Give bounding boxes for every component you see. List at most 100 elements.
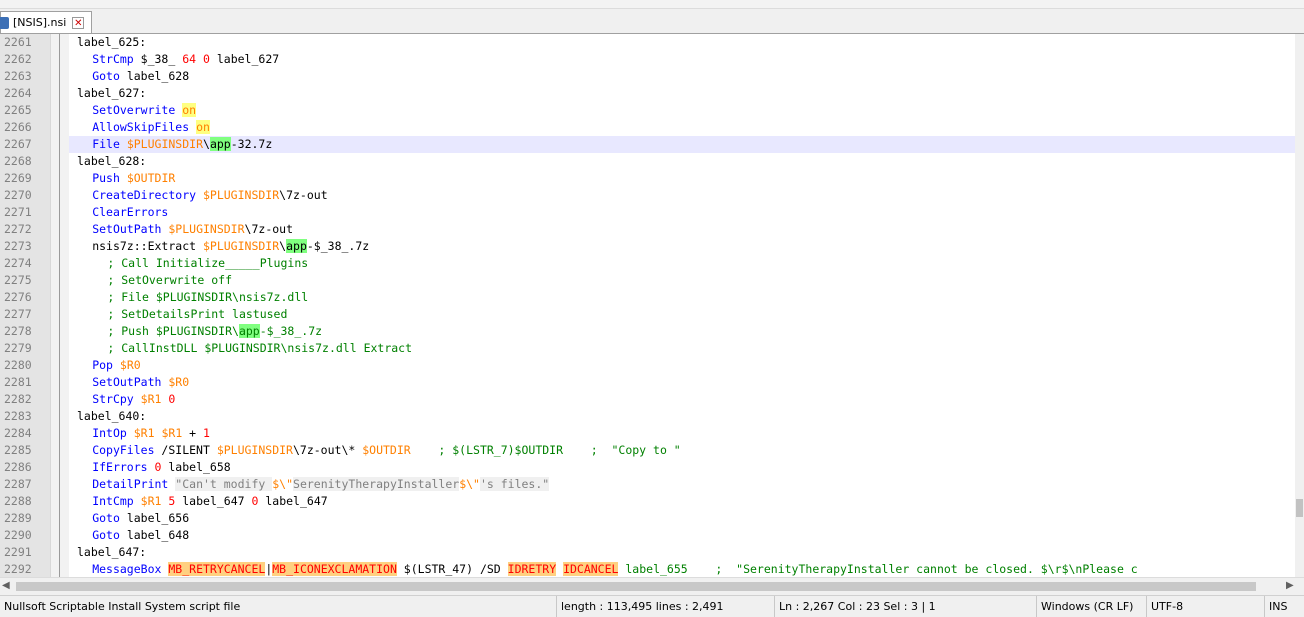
tab-nsis-file[interactable]: [NSIS].nsi ✕ — [0, 11, 92, 33]
code-token-default — [134, 494, 141, 508]
code-line[interactable]: ; SetDetailsPrint lastused — [69, 306, 1295, 323]
line-number: 2278 — [4, 324, 32, 338]
code-line[interactable]: ; File $PLUGINSDIR\nsis7z.dll — [69, 289, 1295, 306]
line-number: 2273 — [4, 239, 32, 253]
line-number: 2283 — [4, 409, 32, 423]
code-token-keyword: StrCpy — [92, 392, 134, 406]
code-line[interactable]: label_647: — [69, 544, 1295, 561]
line-number: 2282 — [4, 392, 32, 406]
code-token-default: label_656 — [119, 511, 190, 525]
code-token-comment: ; File $PLUGINSDIR\nsis7z.dll — [107, 290, 309, 304]
code-token-comment: ; Push $PLUGINSDIR\ — [107, 324, 239, 338]
code-line[interactable]: label_625: — [69, 34, 1295, 51]
code-line[interactable]: CopyFiles /SILENT $PLUGINSDIR\7z-out\* $… — [69, 442, 1295, 459]
code-token-keyword: IntCmp — [92, 494, 134, 508]
code-line[interactable]: AllowSkipFiles on — [69, 119, 1295, 136]
code-line[interactable]: File $PLUGINSDIR\app-32.7z — [69, 136, 1295, 153]
vertical-scrollbar[interactable] — [1295, 34, 1304, 577]
code-token-default: label_627 — [209, 52, 280, 66]
code-line[interactable]: CreateDirectory $PLUGINSDIR\7z-out — [69, 187, 1295, 204]
fold-margin[interactable] — [50, 34, 69, 577]
code-line[interactable]: SetOverwrite on — [69, 102, 1295, 119]
line-number: 2290 — [4, 528, 32, 542]
line-number-gutter: 2261 2262 2263 2264 2265 2266 2267 2268 2269 2270… — [0, 34, 50, 577]
code-line[interactable]: ; CallInstDLL $PLUGINSDIR\nsis7z.dll Ext… — [69, 340, 1295, 357]
line-number: 2276 — [4, 290, 32, 304]
code-line[interactable]: SetOutPath $PLUGINSDIR\7z-out — [69, 221, 1295, 238]
code-line[interactable]: Goto label_656 — [69, 510, 1295, 527]
code-token-comment: -$_38_.7z — [259, 324, 323, 338]
code-token-default — [148, 460, 155, 474]
code-line[interactable]: ; Push $PLUGINSDIR\app-$_38_.7z — [69, 323, 1295, 340]
code-area[interactable]: label_625: StrCmp $_38_ 64 0 label_627 Got… — [69, 34, 1295, 577]
code-token-keyword: AllowSkipFiles — [92, 120, 190, 134]
code-line[interactable]: ; Call Initialize_____Plugins — [69, 255, 1295, 272]
code-token-default: label_647: — [77, 545, 147, 559]
code-token-number: 0 — [168, 392, 176, 406]
code-line[interactable]: SetOutPath $R0 — [69, 374, 1295, 391]
scroll-left-icon[interactable]: ◀ — [2, 580, 10, 591]
code-token-variable: $OUTDIR — [362, 443, 411, 457]
line-number: 2262 — [4, 52, 32, 66]
code-line[interactable]: StrCmp $_38_ 64 0 label_627 — [69, 51, 1295, 68]
code-token-default: label_628: — [77, 154, 147, 168]
horizontal-scroll-thumb[interactable] — [16, 582, 1256, 591]
status-mode: INS — [1264, 596, 1304, 617]
tab-label: [NSIS].nsi — [13, 16, 67, 29]
code-editor[interactable]: 2261 2262 2263 2264 2265 2266 2267 2268 2269 2270… — [0, 34, 1304, 577]
code-token-default: label_658 — [161, 460, 231, 474]
code-token-keyword: File — [92, 137, 120, 151]
code-token-default — [134, 392, 141, 406]
line-number: 2264 — [4, 86, 32, 100]
code-token-variable: $R1 — [140, 494, 162, 508]
code-token-variable: $R0 — [119, 358, 141, 372]
code-token-default: label_627: — [77, 86, 147, 100]
code-line[interactable]: ; SetOverwrite off — [69, 272, 1295, 289]
code-token-variable: $PLUGINSDIR — [202, 188, 280, 202]
code-line[interactable]: label_627: — [69, 85, 1295, 102]
code-line[interactable]: nsis7z::Extract $PLUGINSDIR\app-$_38_.7z — [69, 238, 1295, 255]
code-line[interactable]: label_640: — [69, 408, 1295, 425]
vertical-scroll-thumb[interactable] — [1296, 499, 1303, 517]
code-token-variable: $PLUGINSDIR — [202, 239, 280, 253]
code-line[interactable]: IntCmp $R1 5 label_647 0 label_647 — [69, 493, 1295, 510]
code-token-default — [127, 426, 134, 440]
line-number: 2284 — [4, 426, 32, 440]
code-line[interactable]: Pop $R0 — [69, 357, 1295, 374]
line-number: 2275 — [4, 273, 32, 287]
code-line[interactable]: MessageBox MB_RETRYCANCEL|MB_ICONEXCLAMA… — [69, 561, 1295, 577]
code-token-keyword: CreateDirectory — [92, 188, 197, 202]
horizontal-scrollbar[interactable]: ◀ ▶ — [0, 577, 1304, 595]
code-token-variable: on — [196, 120, 210, 134]
code-token-default — [120, 171, 127, 185]
code-token-string: "Can't modify — [175, 477, 273, 491]
code-token-keyword: Pop — [92, 358, 113, 372]
code-token-default — [120, 137, 127, 151]
code-line[interactable]: ClearErrors — [69, 204, 1295, 221]
code-line[interactable]: Goto label_648 — [69, 527, 1295, 544]
code-token-comment: ; CallInstDLL $PLUGINSDIR\nsis7z.dll Ext… — [107, 341, 413, 355]
code-token-variable: on — [182, 103, 197, 117]
line-number: 2279 — [4, 341, 32, 355]
code-line[interactable]: IfErrors 0 label_658 — [69, 459, 1295, 476]
code-line[interactable]: DetailPrint "Can't modify $\"SerenityThe… — [69, 476, 1295, 493]
code-token-default: \7z-out\* — [292, 443, 363, 457]
code-line[interactable]: StrCpy $R1 0 — [69, 391, 1295, 408]
line-number: 2261 — [4, 35, 32, 49]
line-number: 2266 — [4, 120, 32, 134]
scroll-right-icon[interactable]: ▶ — [1286, 580, 1294, 591]
code-line[interactable]: Push $OUTDIR — [69, 170, 1295, 187]
code-token-keyword: IfErrors — [92, 460, 148, 474]
code-token-default: /SILENT — [154, 443, 217, 457]
status-encoding: UTF-8 — [1146, 596, 1264, 617]
line-number: 2289 — [4, 511, 32, 525]
line-number: 2265 — [4, 103, 32, 117]
code-line[interactable]: label_628: — [69, 153, 1295, 170]
code-token-number: 64 — [182, 52, 197, 66]
code-token-keyword: ClearErrors — [92, 205, 169, 219]
code-line[interactable]: Goto label_628 — [69, 68, 1295, 85]
status-file-type: Nullsoft Scriptable Install System scrip… — [4, 600, 241, 613]
fold-line — [59, 34, 60, 577]
close-icon[interactable]: ✕ — [72, 16, 85, 29]
code-line[interactable]: IntOp $R1 $R1 + 1 — [69, 425, 1295, 442]
